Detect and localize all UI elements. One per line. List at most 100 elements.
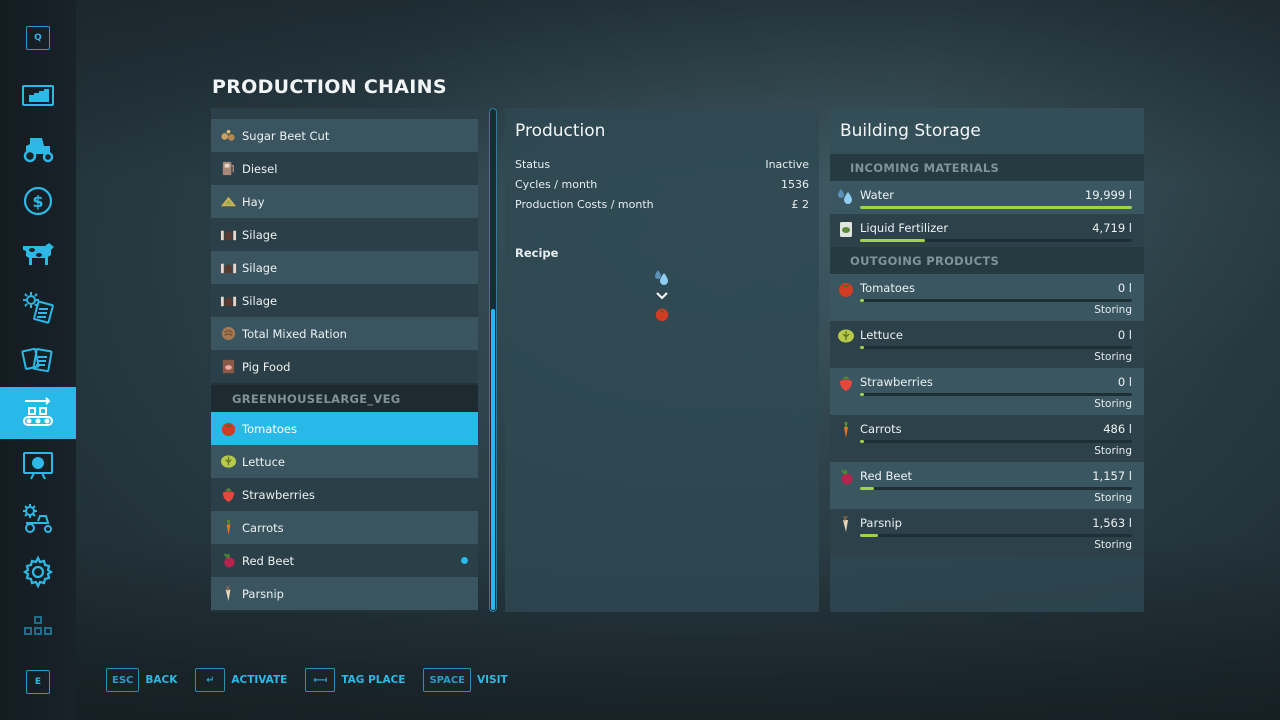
list-item[interactable]: Diesel — [211, 152, 478, 185]
list-scrollbar[interactable] — [489, 108, 497, 612]
fill-level-bar-fill — [860, 299, 864, 302]
list-item-label: Lettuce — [242, 454, 285, 469]
fill-level-bar-fill — [860, 487, 874, 490]
storage-item-amount: 0 l — [1117, 328, 1132, 342]
list-item[interactable]: Sugar Beet Cut — [211, 119, 478, 152]
storage-row: Parsnip 1,563 l Storing — [830, 509, 1144, 556]
list-item-selected[interactable]: Tomatoes — [211, 412, 478, 445]
fuel-pump-icon — [219, 160, 237, 178]
sidebar-item-production[interactable] — [0, 387, 76, 439]
list-item-partial[interactable] — [211, 108, 478, 119]
storage-item-amount: 0 l — [1117, 375, 1132, 389]
storage-title: Building Storage — [840, 121, 981, 141]
list-item-label: Silage — [242, 293, 278, 308]
arrow-down-icon — [656, 292, 668, 300]
costs-row: Production Costs / month £ 2 — [505, 194, 819, 214]
storage-item-amount: 19,999 l — [1084, 188, 1132, 202]
silage-icon — [219, 226, 237, 244]
fill-level-bar — [860, 393, 1132, 396]
gear-icon — [23, 555, 53, 589]
sidebar-item-animals[interactable] — [0, 228, 76, 280]
page-title: PRODUCTION CHAINS — [212, 76, 447, 98]
list-item[interactable]: Hay — [211, 185, 478, 218]
carrot-icon — [219, 519, 237, 537]
storage-row: Red Beet 1,157 l Storing — [830, 462, 1144, 509]
sidebar-key-q[interactable]: Q — [0, 12, 76, 64]
list-item[interactable]: Red Beet — [211, 544, 478, 577]
sidebar: Q $ E — [0, 0, 76, 720]
sidebar-key-e[interactable]: E — [0, 656, 76, 708]
footer-hints: ESC BACK ↵ ACTIVATE ⟻ TAG PLACE SPACE VI… — [106, 668, 526, 692]
list-item[interactable]: Silage — [211, 251, 478, 284]
storage-item-state: Storing — [1094, 539, 1132, 551]
water-icon — [837, 187, 855, 205]
fill-level-bar — [860, 206, 1132, 209]
sidebar-item-garage[interactable] — [0, 493, 76, 545]
sidebar-item-network[interactable] — [0, 601, 76, 653]
storage-item-state: Storing — [1094, 492, 1132, 504]
liquid-fertilizer-icon — [837, 220, 855, 238]
list-item[interactable]: Silage — [211, 284, 478, 317]
sidebar-item-vehicles[interactable] — [0, 122, 76, 174]
sidebar-item-prices[interactable] — [0, 440, 76, 492]
list-item[interactable]: Parsnip — [211, 577, 478, 610]
list-item[interactable]: Strawberries — [211, 478, 478, 511]
sugar-beet-cut-icon — [219, 127, 237, 145]
sidebar-item-settings[interactable] — [0, 546, 76, 598]
back-button[interactable]: ESC BACK — [106, 668, 177, 692]
storage-item-name: Strawberries — [860, 375, 933, 389]
documents-icon — [21, 347, 53, 373]
recipe-flow — [652, 268, 672, 327]
list-item-label: Parsnip — [242, 586, 284, 601]
sidebar-item-finances[interactable]: $ — [0, 175, 76, 227]
storage-item-state: Storing — [1094, 351, 1132, 363]
tag-place-label: TAG PLACE — [341, 674, 406, 686]
production-chain-list: Sugar Beet Cut Diesel Hay Silage Silage … — [211, 108, 478, 612]
conveyor-icon — [23, 397, 53, 426]
pig-food-icon — [219, 358, 237, 376]
water-icon — [655, 270, 668, 285]
strawberry-icon — [219, 486, 237, 504]
cycles-label: Cycles / month — [515, 177, 598, 191]
hay-icon — [219, 193, 237, 211]
visit-button[interactable]: SPACE VISIT — [423, 668, 508, 692]
list-item[interactable]: Carrots — [211, 511, 478, 544]
list-item-label: Red Beet — [242, 553, 295, 568]
storage-item-name: Liquid Fertilizer — [860, 221, 949, 235]
visit-label: VISIT — [477, 674, 508, 686]
activate-button[interactable]: ↵ ACTIVATE — [195, 668, 287, 692]
fill-level-bar — [860, 534, 1132, 537]
incoming-materials-header: INCOMING MATERIALS — [830, 154, 1144, 181]
list-item-label: Diesel — [242, 161, 278, 176]
storage-row: Liquid Fertilizer 4,719 l — [830, 214, 1144, 247]
storage-item-name: Water — [860, 188, 894, 202]
storage-item-name: Carrots — [860, 422, 902, 436]
list-item[interactable]: Silage — [211, 218, 478, 251]
tag-place-button[interactable]: ⟻ TAG PLACE — [305, 668, 405, 692]
hierarchy-icon — [24, 616, 52, 635]
list-item[interactable]: Total Mixed Ration — [211, 317, 478, 350]
fill-level-bar-fill — [860, 534, 878, 537]
tomato-icon — [655, 308, 669, 322]
storage-row: Carrots 486 l Storing — [830, 415, 1144, 462]
status-label: Status — [515, 157, 551, 171]
scrollbar-thumb[interactable] — [491, 308, 495, 610]
list-item[interactable]: Lettuce — [211, 445, 478, 478]
sidebar-item-help[interactable] — [0, 334, 76, 386]
sidebar-item-statistics[interactable] — [0, 69, 76, 121]
storage-item-state: Storing — [1094, 398, 1132, 410]
cycles-value: 1536 — [781, 177, 809, 191]
fill-level-bar-fill — [860, 239, 926, 242]
storage-item-name: Parsnip — [860, 516, 902, 530]
storage-item-amount: 1,157 l — [1092, 469, 1132, 483]
status-value: Inactive — [765, 157, 809, 171]
carrot-icon — [837, 421, 855, 439]
list-item-label: Tomatoes — [242, 421, 297, 436]
cycles-row: Cycles / month 1536 — [505, 174, 819, 194]
chart-icon — [22, 85, 54, 106]
storage-item-name: Red Beet — [860, 469, 913, 483]
list-item[interactable]: Pig Food — [211, 350, 478, 383]
storage-item-name: Lettuce — [860, 328, 903, 342]
sidebar-item-contracts[interactable] — [0, 281, 76, 333]
svg-text:$: $ — [32, 192, 43, 211]
